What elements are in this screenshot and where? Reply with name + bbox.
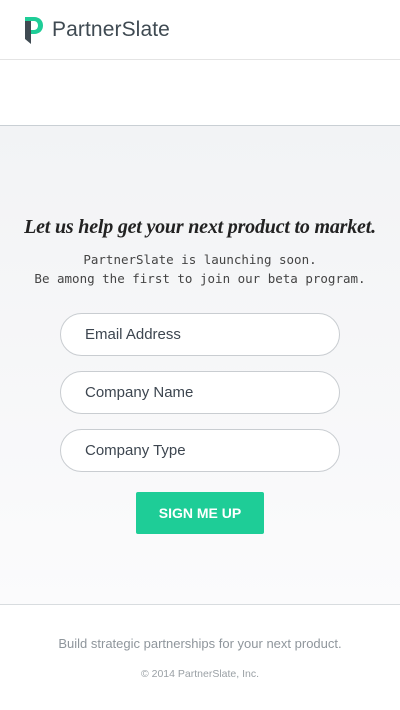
footer-tagline: Build strategic partnerships for your ne… <box>58 636 342 651</box>
company-type-input[interactable] <box>60 429 340 472</box>
site-header: PartnerSlate <box>0 0 400 60</box>
launch-notice: PartnerSlate is launching soon. <box>83 252 317 267</box>
copyright-notice: © 2014 PartnerSlate, Inc. <box>140 668 260 680</box>
signup-section: Let us help get your next product to mar… <box>0 125 400 605</box>
company-name-input[interactable] <box>60 371 340 414</box>
email-input[interactable] <box>60 313 340 356</box>
beta-invite: Be among the first to join our beta prog… <box>34 271 366 286</box>
brand-name[interactable]: PartnerSlate <box>52 18 170 42</box>
hero-headline: Let us help get your next product to mar… <box>24 216 376 238</box>
sign-me-up-button[interactable]: SIGN ME UP <box>136 492 264 534</box>
partnerslate-logo-icon[interactable] <box>24 15 44 45</box>
